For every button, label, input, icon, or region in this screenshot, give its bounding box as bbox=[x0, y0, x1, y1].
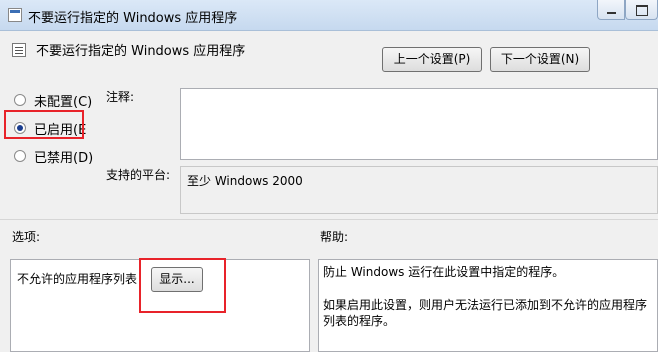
policy-editor-window: 不要运行指定的 Windows 应用程序 不要运行指定的 Windows 应用程… bbox=[0, 0, 658, 352]
supported-platform-label: 支持的平台: bbox=[106, 168, 171, 182]
radio-circle[interactable] bbox=[14, 150, 26, 162]
radio-circle[interactable] bbox=[14, 94, 26, 106]
annotation-highlight-enabled bbox=[4, 110, 84, 139]
divider bbox=[0, 219, 658, 220]
minimize-icon bbox=[607, 12, 616, 14]
comment-textarea[interactable] bbox=[180, 88, 658, 160]
app-window-icon bbox=[8, 8, 22, 22]
disallowed-apps-label: 不允许的应用程序列表 bbox=[17, 272, 138, 286]
window-title: 不要运行指定的 Windows 应用程序 bbox=[28, 11, 238, 26]
setting-title: 不要运行指定的 Windows 应用程序 bbox=[36, 44, 246, 59]
comment-label: 注释: bbox=[106, 90, 135, 104]
help-paragraph: 如果启用此设置，则用户无法运行已添加到不允许的应用程序列表的程序。 bbox=[323, 298, 648, 328]
supported-platform-field: 至少 Windows 2000 bbox=[180, 166, 658, 214]
maximize-icon bbox=[636, 5, 648, 16]
options-label: 选项: bbox=[12, 230, 41, 244]
help-label: 帮助: bbox=[320, 230, 349, 244]
annotation-highlight-show bbox=[139, 258, 226, 313]
policy-setting-icon bbox=[12, 43, 26, 57]
title-bar[interactable]: 不要运行指定的 Windows 应用程序 bbox=[0, 0, 658, 31]
maximize-button[interactable] bbox=[625, 0, 658, 20]
minimize-button[interactable] bbox=[597, 0, 625, 20]
help-paragraph: 防止 Windows 运行在此设置中指定的程序。 bbox=[323, 265, 565, 279]
radio-label[interactable]: 未配置(C) bbox=[34, 91, 92, 110]
next-setting-button[interactable]: 下一个设置(N) bbox=[490, 47, 590, 72]
previous-setting-button[interactable]: 上一个设置(P) bbox=[382, 47, 482, 72]
supported-platform-value: 至少 Windows 2000 bbox=[187, 174, 303, 188]
radio-label[interactable]: 已禁用(D) bbox=[34, 147, 93, 166]
help-panel[interactable]: 防止 Windows 运行在此设置中指定的程序。 如果启用此设置，则用户无法运行… bbox=[318, 259, 658, 352]
